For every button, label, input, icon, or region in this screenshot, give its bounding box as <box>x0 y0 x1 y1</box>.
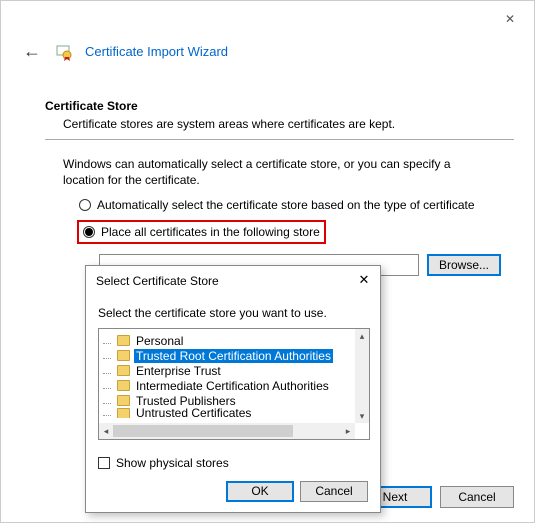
divider <box>45 139 514 140</box>
tree-item-trusted-root[interactable]: Trusted Root Certification Authorities <box>103 348 367 363</box>
radio-auto-label: Automatically select the certificate sto… <box>97 198 475 212</box>
checkbox-icon <box>98 457 110 469</box>
store-tree: Personal Trusted Root Certification Auth… <box>98 328 370 440</box>
tree-item-personal[interactable]: Personal <box>103 333 367 348</box>
certificate-icon <box>55 43 73 61</box>
browse-button[interactable]: Browse... <box>427 254 501 276</box>
radio-auto-select[interactable]: Automatically select the certificate sto… <box>79 198 514 212</box>
dialog-cancel-button[interactable]: Cancel <box>300 481 368 502</box>
dialog-close-button[interactable]: ✕ <box>354 270 374 290</box>
section-subtext: Certificate stores are system areas wher… <box>63 117 514 131</box>
scroll-thumb[interactable] <box>113 425 293 437</box>
tree-item-trusted-publishers[interactable]: Trusted Publishers <box>103 393 367 408</box>
scroll-down-icon: ▾ <box>360 409 365 423</box>
scroll-right-icon: ▸ <box>341 426 355 437</box>
window-close-button[interactable]: ✕ <box>498 7 522 31</box>
show-physical-stores-checkbox[interactable]: Show physical stores <box>98 456 229 470</box>
ok-button[interactable]: OK <box>226 481 294 502</box>
wizard-window: ✕ ← Certificate Import Wizard Certificat… <box>0 0 535 523</box>
scroll-up-icon: ▴ <box>360 329 365 343</box>
radio-place-label: Place all certificates in the following … <box>101 225 320 239</box>
folder-icon <box>117 408 130 418</box>
scroll-left-icon: ◂ <box>99 426 113 437</box>
select-store-dialog: Select Certificate Store ✕ Select the ce… <box>85 265 381 513</box>
folder-icon <box>117 380 130 391</box>
dialog-footer-buttons: OK Cancel <box>226 481 368 502</box>
instruction-paragraph: Windows can automatically select a certi… <box>63 156 483 188</box>
folder-icon <box>117 395 130 406</box>
tree-item-enterprise-trust[interactable]: Enterprise Trust <box>103 363 367 378</box>
tree-item-untrusted[interactable]: Untrusted Certificates <box>103 408 367 418</box>
tree-scrollbar-vertical[interactable]: ▴ ▾ <box>355 329 369 423</box>
show-physical-label: Show physical stores <box>116 456 229 470</box>
back-arrow-icon[interactable]: ← <box>21 41 43 62</box>
radio-icon-selected <box>83 226 95 238</box>
folder-icon <box>117 350 130 361</box>
section-heading: Certificate Store <box>45 99 514 113</box>
radio-place-store[interactable]: Place all certificates in the following … <box>77 220 326 244</box>
folder-icon <box>117 335 130 346</box>
cancel-button[interactable]: Cancel <box>440 486 514 508</box>
wizard-header: ← Certificate Import Wizard <box>21 41 228 62</box>
dialog-prompt: Select the certificate store you want to… <box>98 306 327 320</box>
tree-scrollbar-horizontal[interactable]: ◂ ▸ <box>99 423 355 439</box>
tree-item-intermediate-ca[interactable]: Intermediate Certification Authorities <box>103 378 367 393</box>
wizard-content: Certificate Store Certificate stores are… <box>45 99 514 276</box>
dialog-title: Select Certificate Store <box>96 274 219 288</box>
folder-icon <box>117 365 130 376</box>
wizard-title: Certificate Import Wizard <box>85 44 228 59</box>
radio-icon <box>79 199 91 211</box>
wizard-footer-buttons: Next Cancel <box>358 486 514 508</box>
